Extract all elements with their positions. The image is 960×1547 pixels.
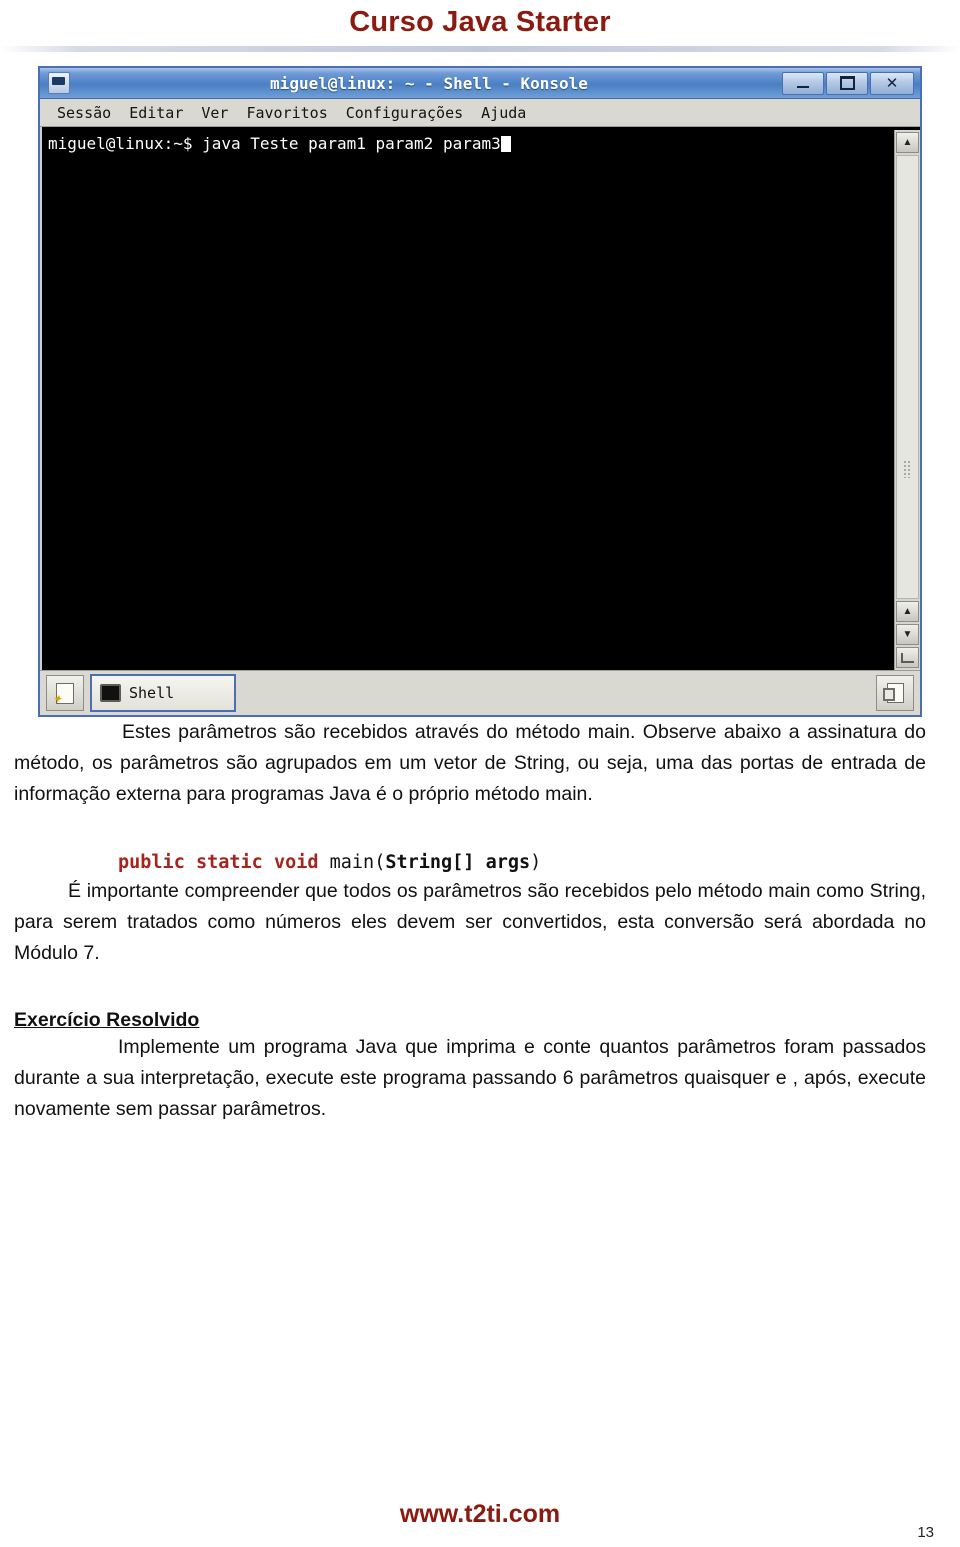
- session-tab-label: Shell: [129, 684, 175, 702]
- scroll-up-arrow-icon-2[interactable]: ▲: [896, 601, 919, 622]
- page-title: Curso Java Starter: [349, 6, 611, 38]
- code-signature: public static void main(String[] args): [14, 850, 926, 876]
- menu-item-ajuda[interactable]: Ajuda: [472, 102, 535, 124]
- maximize-button[interactable]: [826, 71, 868, 95]
- konsole-window-icon: [48, 72, 70, 94]
- scrollbar-track[interactable]: [896, 155, 919, 599]
- code-method-main: main(: [329, 852, 386, 873]
- terminal-cursor: [500, 136, 511, 152]
- new-session-button[interactable]: ✦: [46, 675, 84, 711]
- code-close-paren: ): [530, 852, 542, 873]
- terminal-scrollbar[interactable]: ▲ ▲ ▼: [894, 130, 920, 670]
- session-tab-shell[interactable]: Shell: [90, 674, 236, 712]
- konsole-menubar: Sessão Editar Ver Favoritos Configuraçõe…: [40, 99, 920, 127]
- menu-item-ver[interactable]: Ver: [192, 102, 237, 124]
- window-controls: ✕: [782, 71, 916, 95]
- code-keyword-void: void: [273, 852, 319, 873]
- konsole-tabbar: ✦ Shell: [40, 670, 920, 715]
- page-footer: www.t2ti.com: [0, 1500, 960, 1529]
- menu-item-editar[interactable]: Editar: [120, 102, 192, 124]
- terminal-output[interactable]: miguel@linux:~$ java Teste param1 param2…: [42, 130, 894, 670]
- menu-item-configuracoes[interactable]: Configurações: [337, 102, 472, 124]
- scroll-up-arrow-icon[interactable]: ▲: [896, 132, 919, 153]
- page-header: Curso Java Starter: [0, 0, 960, 52]
- code-keyword-public: public: [118, 852, 185, 873]
- resize-grip-icon[interactable]: [896, 647, 919, 668]
- terminal-area: miguel@linux:~$ java Teste param1 param2…: [40, 127, 920, 670]
- scrollbar-grip-dots: [903, 460, 912, 478]
- header-divider: [0, 46, 960, 52]
- scroll-down-arrow-icon[interactable]: ▼: [896, 624, 919, 645]
- shell-prompt: miguel@linux:~$: [48, 134, 203, 153]
- copy-session-icon: [882, 683, 904, 703]
- minimize-button[interactable]: [782, 71, 824, 95]
- konsole-screenshot: miguel@linux: ~ - Shell - Konsole ✕ Sess…: [38, 66, 922, 717]
- document-content: Estes parâmetros são recebidos através d…: [0, 717, 960, 1125]
- paragraph-strings: É importante compreender que todos os pa…: [14, 880, 926, 964]
- konsole-window-title: miguel@linux: ~ - Shell - Konsole: [270, 73, 588, 93]
- scrollbar-bottom-controls: ▲ ▼: [896, 601, 919, 668]
- close-icon: ✕: [885, 73, 899, 92]
- code-keyword-static: static: [195, 852, 263, 873]
- close-button[interactable]: ✕: [870, 71, 914, 95]
- menu-item-sessao[interactable]: Sessão: [48, 102, 120, 124]
- terminal-icon: [100, 684, 121, 702]
- maximize-icon: [839, 76, 855, 90]
- konsole-titlebar: miguel@linux: ~ - Shell - Konsole ✕: [40, 68, 920, 99]
- section-heading-exercicio: Exercício Resolvido: [14, 1009, 200, 1031]
- paragraph-intro: Estes parâmetros são recebidos através d…: [14, 721, 926, 805]
- code-args: String[] args: [385, 852, 531, 873]
- konsole-window: miguel@linux: ~ - Shell - Konsole ✕ Sess…: [38, 66, 922, 717]
- paragraph-exercise: Implemente um programa Java que imprima …: [14, 1036, 926, 1120]
- menu-item-favoritos[interactable]: Favoritos: [237, 102, 336, 124]
- new-session-star-icon: ✦: [52, 692, 63, 706]
- minimize-icon: [797, 85, 809, 88]
- page-number: 13: [917, 1524, 934, 1541]
- footer-site-url: www.t2ti.com: [399, 1500, 561, 1528]
- copy-session-button[interactable]: [876, 675, 914, 711]
- shell-command: java Teste param1 param2 param3: [202, 134, 501, 153]
